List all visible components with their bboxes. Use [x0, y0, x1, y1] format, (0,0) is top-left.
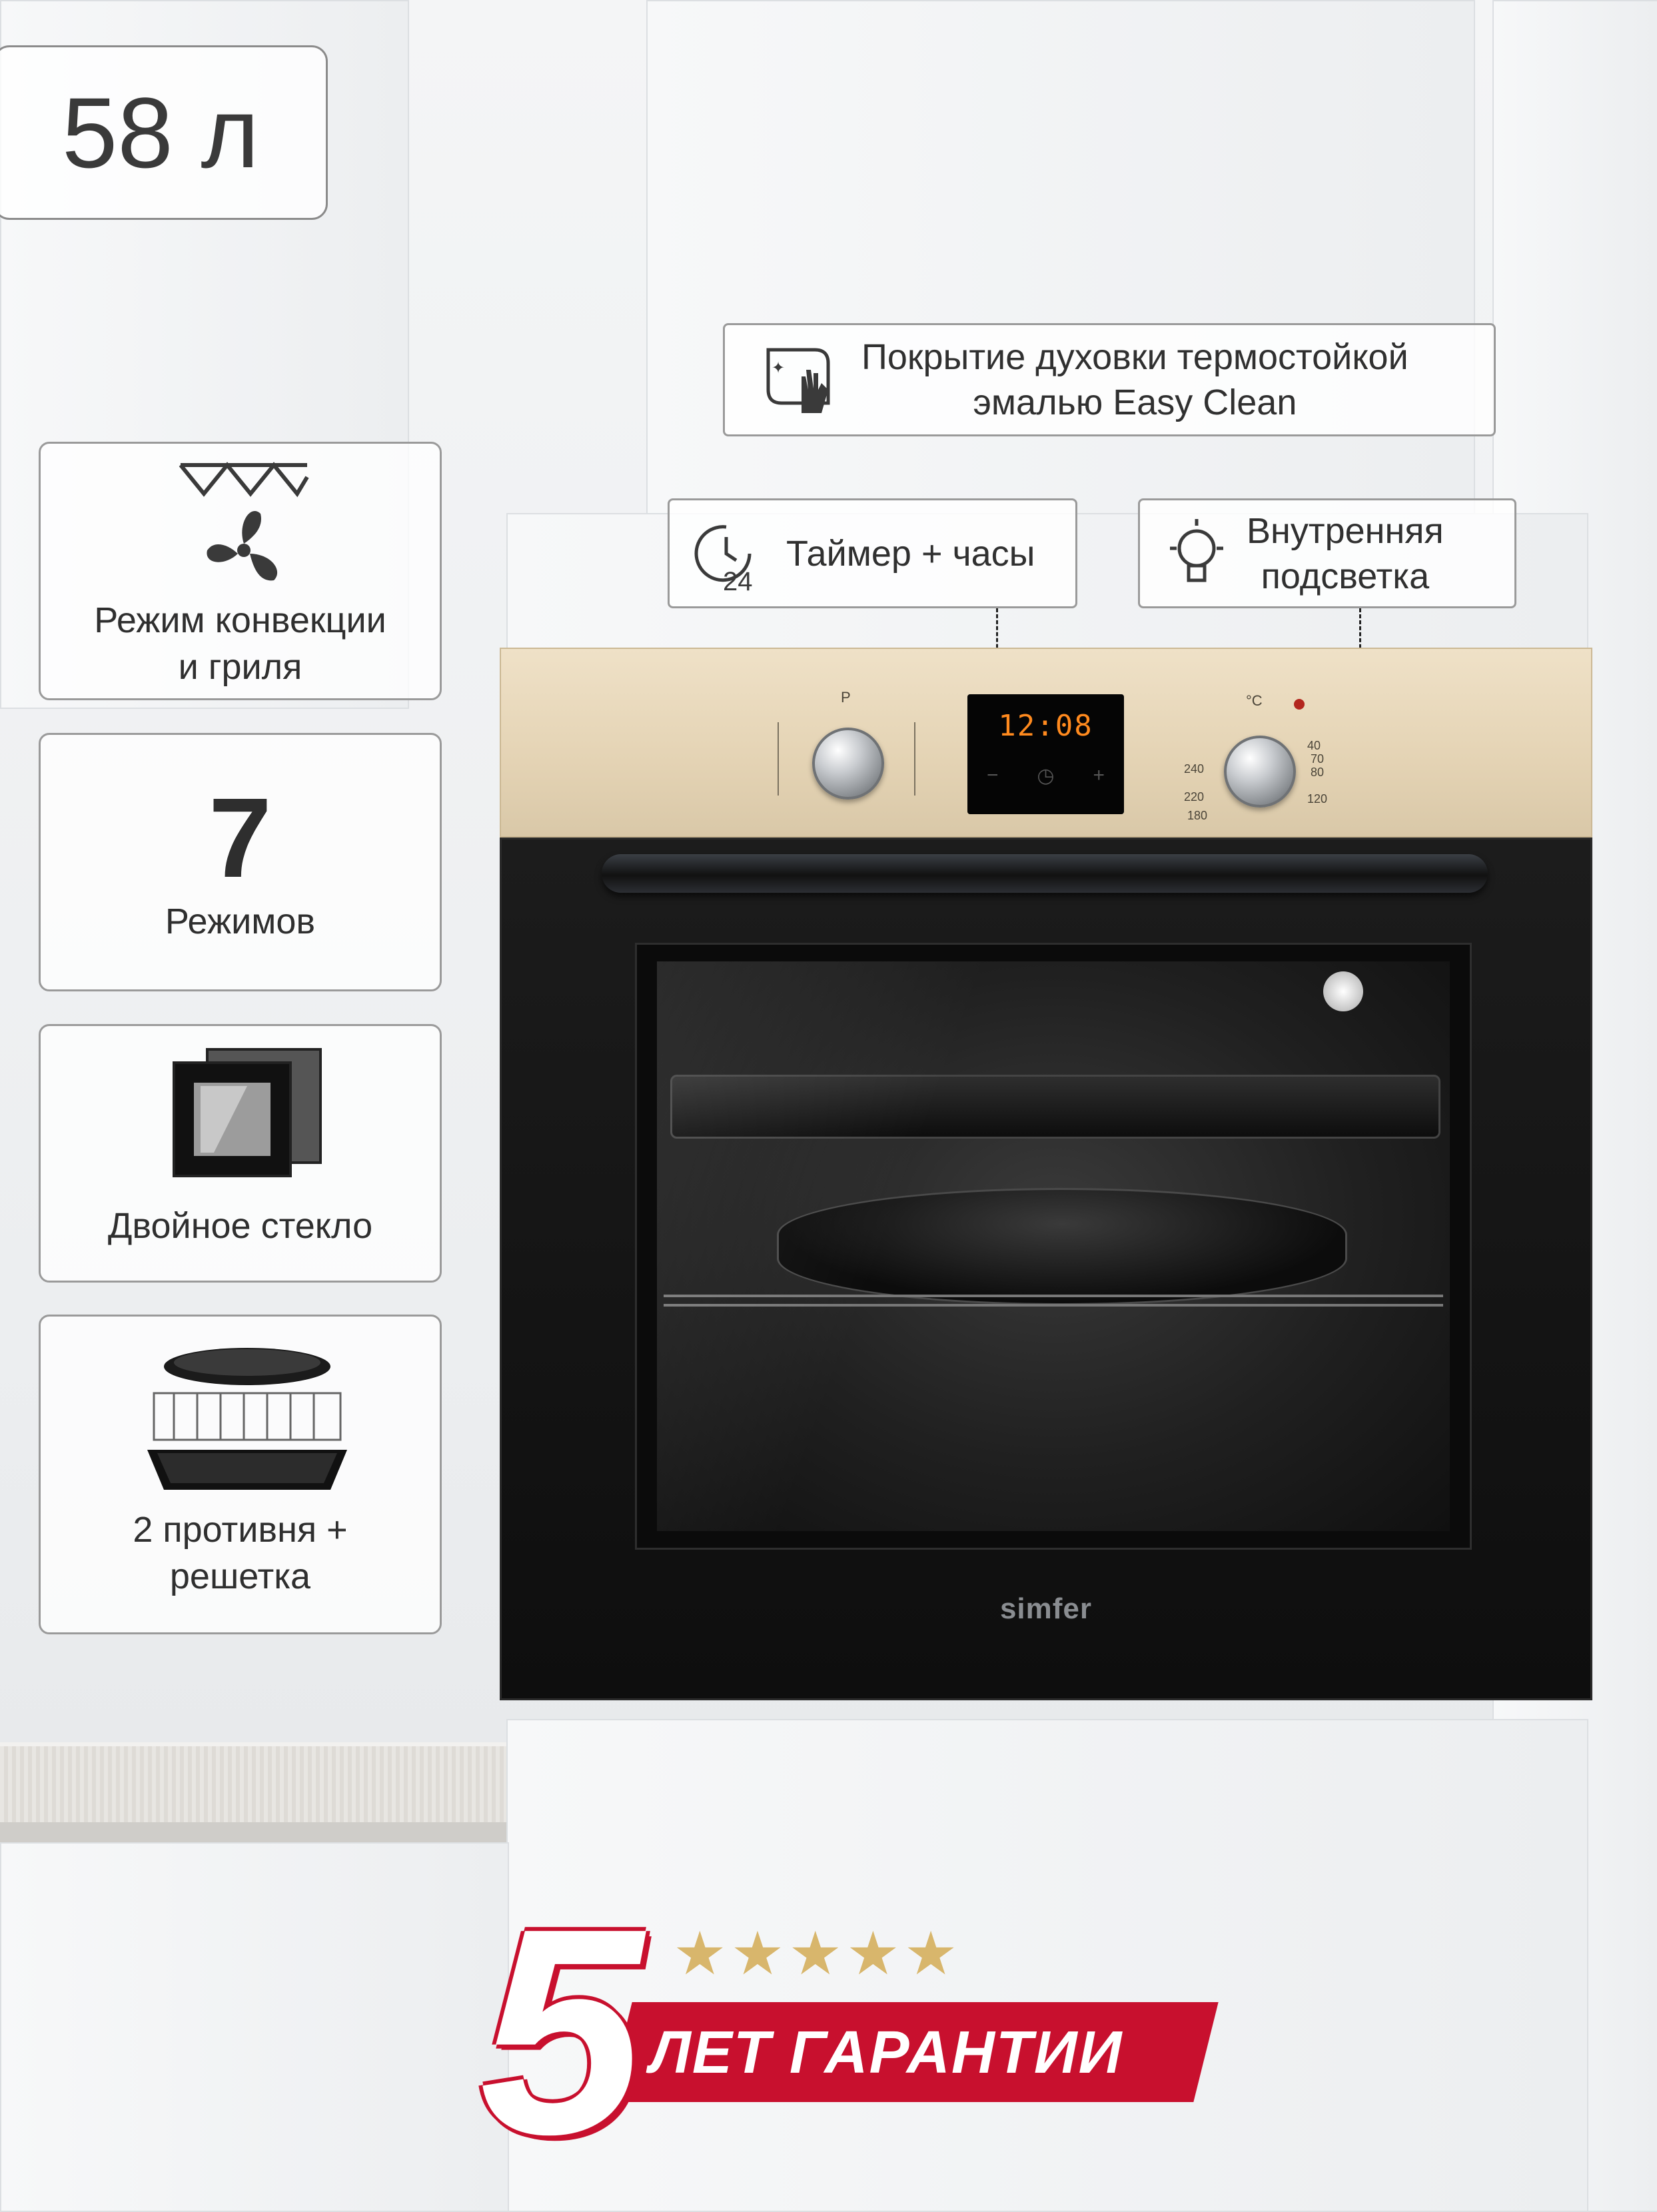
lower-cabinet-left	[0, 1842, 509, 2212]
callout-easy-clean: ✦ Покрытие духовки термостойкой эмалью E…	[723, 323, 1496, 436]
timer-plus-button[interactable]: +	[1093, 764, 1105, 788]
trays-grill-icon	[147, 1348, 347, 1490]
feature-label-glass: Двойное стекло	[41, 1203, 440, 1249]
mode-knob-label: P	[841, 689, 851, 706]
timer-clock-button[interactable]: ◷	[1037, 764, 1054, 788]
guarantee-text: ЛЕТ ГАРАНТИИ	[650, 2019, 1123, 2086]
feature-label-convection: Режим конвекции и гриля	[41, 597, 440, 690]
svg-text:24: 24	[723, 567, 753, 594]
callout-line: Внутренняя	[1247, 510, 1444, 551]
oven-housing-bottom	[506, 1719, 1588, 2212]
oven-cavity	[657, 961, 1450, 1531]
callout-light: Внутренняя подсветка	[1138, 498, 1516, 608]
feature-label-line: и гриля	[178, 647, 302, 687]
callout-line: Таймер + часы	[786, 533, 1035, 574]
feature-label-line: Режим конвекции	[94, 600, 386, 640]
callout-line: подсветка	[1261, 556, 1430, 596]
callout-easy-clean-text: Покрытие духовки термостойкой эмалью Eas…	[861, 334, 1408, 425]
temp-mark: 180	[1187, 809, 1208, 822]
temp-mark: 80	[1311, 766, 1325, 779]
glass-reflection	[657, 961, 1003, 1531]
feature-label-line: Режимов	[165, 901, 316, 941]
callout-light-text: Внутренняя подсветка	[1247, 508, 1444, 599]
feature-card-glass: Двойное стекло	[39, 1024, 442, 1283]
feature-label-trays: 2 противня + решетка	[41, 1506, 440, 1600]
easy-clean-icon: ✦	[766, 348, 830, 413]
feature-card-trays: 2 противня + решетка	[39, 1315, 442, 1634]
guarantee-number: 5	[480, 1868, 643, 2195]
feature-label-line: Двойное стекло	[107, 1206, 373, 1246]
display-controls: − ◷ +	[967, 764, 1124, 788]
guarantee-stars: ★★★★★	[673, 1921, 962, 1987]
mode-scale-left	[778, 722, 799, 796]
countertop-edge	[0, 1822, 506, 1842]
feature-label-line: решетка	[169, 1556, 311, 1596]
display-time: 12:08	[998, 709, 1093, 743]
volume-value: 58 л	[61, 76, 260, 189]
upper-cabinet-center	[646, 0, 1475, 516]
callout-timer: 24 Таймер + часы	[668, 498, 1077, 608]
bulb-icon	[1170, 518, 1223, 582]
oven-door[interactable]: simfer	[500, 837, 1592, 1700]
convection-grill-icon	[179, 462, 309, 581]
mode-scale-right	[894, 722, 915, 796]
feature-card-convection: Режим конвекции и гриля	[39, 442, 442, 700]
feature-card-modes: 7 Режимов	[39, 733, 442, 991]
timer-minus-button[interactable]: −	[987, 764, 999, 788]
timer-clock-icon: 24	[694, 524, 753, 594]
temp-mark: 240	[1184, 762, 1205, 776]
callout-timer-text: Таймер + часы	[786, 531, 1035, 576]
temp-mark: 220	[1184, 790, 1205, 804]
volume-badge: 58 л	[0, 45, 328, 220]
feature-label-line: 2 противня +	[133, 1510, 348, 1550]
temp-mark: 40	[1307, 739, 1321, 752]
temperature-knob[interactable]	[1224, 736, 1296, 808]
modes-count: 7	[209, 775, 272, 901]
door-window	[635, 943, 1472, 1550]
double-glass-icon	[173, 1048, 322, 1177]
mode-knob[interactable]	[812, 728, 884, 800]
oven-lamp	[1323, 971, 1363, 1011]
oven: P 12:08 − ◷ + °C 40 70 80 120 180 220 24…	[500, 648, 1592, 1714]
control-panel: P 12:08 − ◷ + °C 40 70 80 120 180 220 24…	[500, 648, 1592, 837]
temp-mark: 120	[1307, 792, 1328, 806]
countertop	[0, 1742, 506, 1826]
temp-knob-label: °C	[1246, 692, 1263, 709]
svg-text:✦: ✦	[772, 359, 785, 377]
brand-logo: simfer	[999, 1592, 1093, 1625]
callout-line: Покрытие духовки термостойкой	[861, 337, 1408, 377]
timer-display: 12:08 − ◷ +	[967, 694, 1124, 814]
door-handle[interactable]	[602, 854, 1488, 893]
feature-label-modes: Режимов	[41, 898, 440, 945]
temp-mark: 70	[1311, 752, 1325, 766]
indicator-light	[1294, 699, 1305, 710]
callout-line: эмалью Easy Clean	[973, 382, 1297, 422]
